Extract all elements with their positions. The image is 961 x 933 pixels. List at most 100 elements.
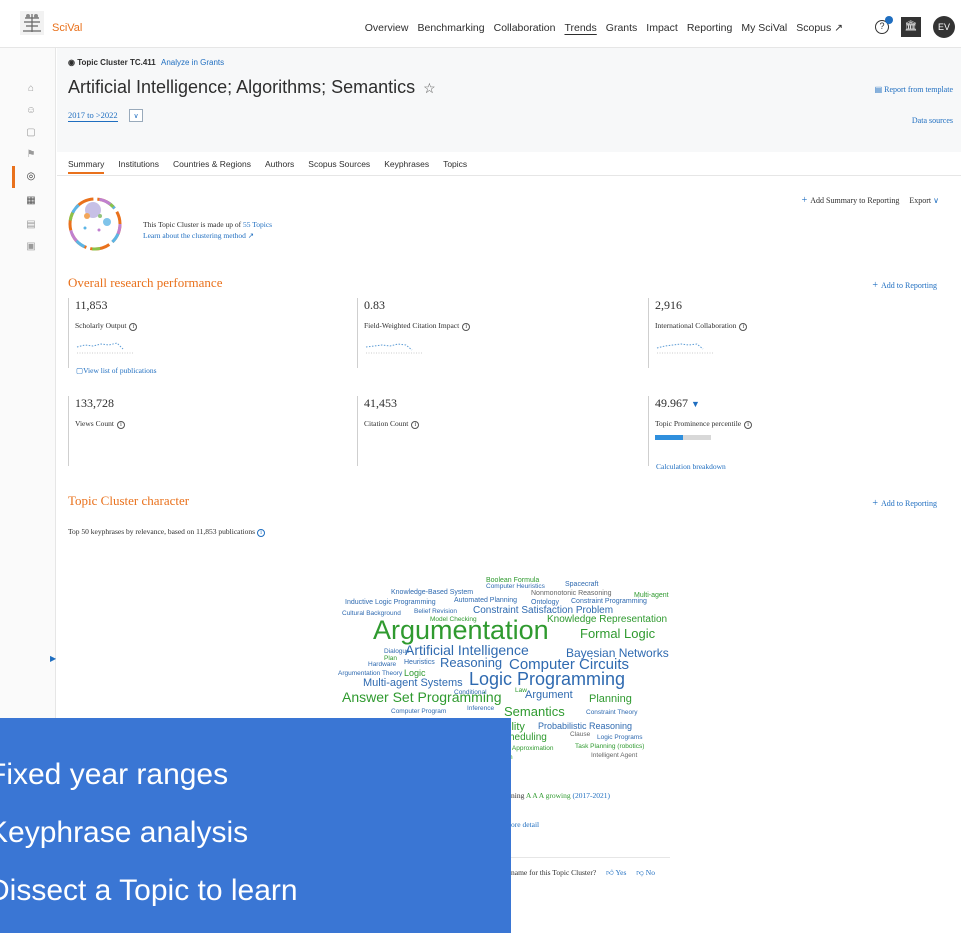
info-icon[interactable]: i xyxy=(744,421,753,429)
report-icon: ▤ xyxy=(874,85,883,94)
keyphrase[interactable]: Heuristics xyxy=(404,659,435,666)
feedback-question: name for this Topic Cluster? xyxy=(511,868,597,877)
export-label: Export xyxy=(909,196,932,205)
tab-countries-regions[interactable]: Countries & Regions xyxy=(173,159,251,169)
keyphrase[interactable]: Task Planning (robotics) xyxy=(575,743,644,751)
flag-rail-icon[interactable]: ⚑ xyxy=(24,148,38,162)
keyphrase[interactable]: Intelligent Agent xyxy=(591,752,637,760)
keyphrase[interactable]: Clause xyxy=(570,731,590,739)
tab-scopus-sources[interactable]: Scopus Sources xyxy=(308,159,370,169)
keyphrase[interactable]: Knowledge Representation xyxy=(547,615,667,625)
nav-impact[interactable]: Impact xyxy=(646,22,678,34)
elsevier-logo-icon[interactable] xyxy=(19,10,45,36)
tab-summary[interactable]: Summary xyxy=(68,159,104,169)
no-label: No xyxy=(645,868,655,877)
keyphrase[interactable]: Logic Programming xyxy=(469,670,625,688)
keyphrase[interactable]: l Approximation xyxy=(509,745,553,753)
info-icon[interactable]: i xyxy=(739,323,748,331)
keyphrase[interactable]: Multi-agent Systems xyxy=(363,678,463,689)
more-detail-link[interactable]: ore detail xyxy=(511,820,539,829)
metric-label-text: Views Count xyxy=(75,419,114,428)
metric-label-text: International Collaboration xyxy=(655,321,737,330)
growth-years-link[interactable]: (2017-2021) xyxy=(573,791,611,800)
topic-cluster-id: Topic Cluster TC.411 xyxy=(77,58,156,67)
institution-icon[interactable]: 🏛 xyxy=(901,17,921,37)
keyphrase[interactable]: Constraint Programming xyxy=(571,598,647,605)
nav-trends[interactable]: Trends xyxy=(564,22,596,34)
tab-topics[interactable]: Topics xyxy=(443,159,467,169)
info-icon[interactable]: i xyxy=(129,323,138,331)
tab-keyphrases[interactable]: Keyphrases xyxy=(384,159,429,169)
nav-benchmarking[interactable]: Benchmarking xyxy=(417,22,484,34)
keyphrase[interactable]: Knowledge-Based System xyxy=(391,589,473,596)
keyphrase[interactable]: Spacecraft xyxy=(565,581,598,588)
add-performance-to-reporting-button[interactable]: + Add to Reporting xyxy=(872,280,937,291)
performance-section-title: Overall research performance xyxy=(68,275,223,290)
nav-scopus[interactable]: Scopus ↗ xyxy=(796,22,843,34)
keyphrase[interactable]: Logic Programs xyxy=(597,734,643,742)
info-icon[interactable]: i xyxy=(116,421,125,429)
topic-rail-icon[interactable]: ◎ xyxy=(24,170,38,184)
keyphrase[interactable]: heduling xyxy=(509,733,547,743)
document-rail-icon[interactable]: ▤ xyxy=(24,218,38,232)
main-nav: Overview Benchmarking Collaboration Tren… xyxy=(365,22,843,34)
prominence-bar xyxy=(655,435,711,440)
keyphrase[interactable]: Reasoning xyxy=(440,656,502,669)
metric-scholarly-output: 11,853 Scholarly Output i xyxy=(68,298,138,368)
add-summary-button[interactable]: + Add Summary to Reporting xyxy=(802,195,900,206)
clustering-method-link[interactable]: Learn about the clustering method ↗ xyxy=(143,230,272,241)
help-icon[interactable]: ? xyxy=(875,16,893,34)
cluster-description: This Topic Cluster is made up of 55 Topi… xyxy=(143,219,272,241)
keyphrase[interactable]: Argumentation xyxy=(373,617,549,644)
avatar[interactable]: EV xyxy=(933,16,955,38)
nav-collaboration[interactable]: Collaboration xyxy=(494,22,556,34)
keyphrase[interactable]: Computer Program xyxy=(391,708,446,716)
feedback-yes-button[interactable]: 👍︎ Yes xyxy=(606,868,626,877)
keyphrase[interactable]: Formal Logic xyxy=(580,627,655,640)
nav-overview[interactable]: Overview xyxy=(365,22,409,34)
info-icon[interactable]: i xyxy=(257,529,266,537)
keyphrase[interactable]: Nonmonotonic Reasoning xyxy=(531,590,612,597)
researcher-rail-icon[interactable]: ☺ xyxy=(24,104,38,118)
publication-rail-icon[interactable]: ▢ xyxy=(24,126,38,140)
page-title: Artificial Intelligence; Algorithms; Sem… xyxy=(68,77,436,98)
star-icon[interactable]: ☆ xyxy=(423,80,436,96)
data-sources-link[interactable]: Data sources xyxy=(912,116,953,125)
nav-my-scival[interactable]: My SciVal xyxy=(741,22,787,34)
keyphrase[interactable]: Planning xyxy=(589,694,632,705)
tab-authors[interactable]: Authors xyxy=(265,159,294,169)
nav-grants[interactable]: Grants xyxy=(606,22,638,34)
info-icon[interactable]: i xyxy=(411,421,420,429)
keyphrase[interactable]: Automated Planning xyxy=(454,597,517,604)
keyphrase[interactable]: Answer Set Programming xyxy=(342,690,502,704)
feedback-no-button[interactable]: 👎︎ No xyxy=(636,868,655,877)
report-from-template-link[interactable]: ▤ Report from template xyxy=(875,85,953,94)
add-character-to-reporting-button[interactable]: + Add to Reporting xyxy=(872,498,937,509)
expand-rail-icon[interactable]: ▶ xyxy=(50,654,56,663)
year-range-select[interactable]: 2017 to >2022 xyxy=(68,110,118,122)
keyphrase[interactable]: Semantics xyxy=(504,705,565,718)
export-button[interactable]: Export ∨ xyxy=(909,196,939,205)
info-icon[interactable]: i xyxy=(462,323,471,331)
grid-rail-icon[interactable]: ▦ xyxy=(24,194,38,208)
nav-reporting[interactable]: Reporting xyxy=(687,22,733,34)
institution-rail-icon[interactable]: ⌂ xyxy=(24,82,38,96)
keyphrase[interactable]: Argument xyxy=(525,690,573,701)
calculation-breakdown-link[interactable]: Calculation breakdown xyxy=(656,462,726,471)
building-rail-icon[interactable]: ▣ xyxy=(24,240,38,254)
metric-label: Scholarly Output i xyxy=(75,321,138,331)
keyphrase[interactable]: Constraint Theory xyxy=(586,709,638,717)
keyphrase[interactable]: Hardware xyxy=(368,661,396,669)
analyze-in-grants-link[interactable]: Analyze in Grants xyxy=(161,58,224,67)
topics-count-link[interactable]: 55 Topics xyxy=(243,220,272,229)
growth-prefix: ning xyxy=(511,791,525,800)
tab-institutions[interactable]: Institutions xyxy=(118,159,159,169)
view-publications-link[interactable]: ▢View list of publications xyxy=(76,366,157,375)
chevron-down-icon[interactable]: ∨ xyxy=(129,109,143,122)
keyphrase[interactable]: Inductive Logic Programming xyxy=(345,599,436,606)
keyphrase[interactable]: Probabilistic Reasoning xyxy=(538,722,632,731)
brand-name[interactable]: SciVal xyxy=(52,22,82,34)
callout-line: Dissect a Topic to learn xyxy=(0,874,298,907)
plus-icon: + xyxy=(872,498,878,509)
keyphrase[interactable]: Inference xyxy=(467,705,494,713)
